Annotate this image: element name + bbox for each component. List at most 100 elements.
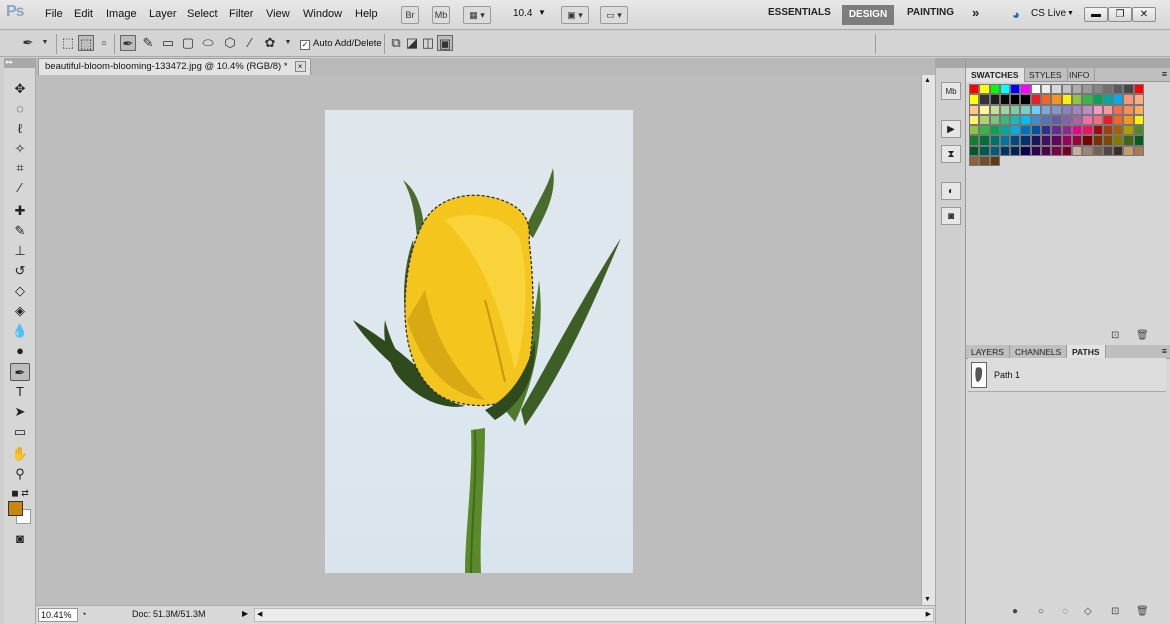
color-swatch[interactable]: [1010, 94, 1021, 105]
adjustments-panel-icon[interactable]: ◐: [941, 182, 961, 200]
color-swatch[interactable]: [1071, 104, 1083, 115]
color-swatch[interactable]: [1082, 135, 1093, 146]
color-swatch[interactable]: [1082, 145, 1093, 157]
color-swatch[interactable]: [1102, 145, 1114, 157]
color-swatch[interactable]: [999, 125, 1011, 136]
color-swatch[interactable]: [1123, 104, 1134, 115]
color-swatch[interactable]: [1051, 84, 1062, 95]
color-swatch[interactable]: [1082, 94, 1093, 105]
color-swatch[interactable]: [979, 104, 990, 115]
color-swatch[interactable]: [1051, 104, 1062, 115]
color-swatch[interactable]: [1082, 104, 1093, 115]
color-swatch[interactable]: [1092, 114, 1103, 126]
crop-tool-icon[interactable]: ⌗: [10, 159, 30, 177]
color-swatch[interactable]: [999, 135, 1011, 146]
color-swatch[interactable]: [1010, 114, 1021, 126]
rectangle-tool-icon[interactable]: ▭: [10, 423, 30, 441]
color-swatch[interactable]: [1113, 84, 1124, 95]
cs-live-icon[interactable]: ◕: [1012, 7, 1020, 22]
quick-selection-icon[interactable]: ✧: [10, 140, 30, 158]
color-swatch[interactable]: [979, 125, 990, 136]
color-swatch[interactable]: [1061, 125, 1072, 136]
delete-path-icon[interactable]: 🗑: [1136, 606, 1149, 617]
color-swatch[interactable]: [979, 145, 990, 157]
color-swatch[interactable]: [979, 84, 990, 95]
color-swatch[interactable]: [1113, 114, 1124, 126]
color-swatch[interactable]: [979, 114, 990, 126]
color-swatch[interactable]: [979, 135, 990, 146]
subtract-path-icon[interactable]: ◪: [404, 35, 420, 51]
color-swatch[interactable]: [1061, 135, 1072, 146]
color-swatch[interactable]: [1082, 84, 1093, 95]
color-swatch[interactable]: [1113, 145, 1124, 157]
color-swatch[interactable]: [999, 84, 1011, 95]
color-swatch[interactable]: [1030, 114, 1042, 126]
stroke-path-icon[interactable]: ○: [1038, 606, 1044, 617]
checkbox-icon[interactable]: ✓: [300, 40, 310, 50]
color-swatch[interactable]: [1051, 125, 1062, 136]
color-swatch[interactable]: [1041, 135, 1052, 146]
document-tab[interactable]: beautiful-bloom-blooming-133472.jpg @ 10…: [38, 58, 311, 75]
load-path-as-selection-icon[interactable]: ◌: [1062, 606, 1068, 617]
mini-bridge-panel-icon[interactable]: Mb: [941, 82, 961, 100]
paint-bucket-icon[interactable]: ◈: [10, 302, 30, 320]
color-swatch[interactable]: [999, 145, 1011, 157]
color-swatch[interactable]: [1010, 145, 1021, 157]
animation-panel-icon[interactable]: ▶: [941, 120, 961, 138]
new-path-icon[interactable]: ⊡: [1111, 606, 1119, 617]
color-swatch[interactable]: [969, 145, 980, 157]
color-swatch[interactable]: [1082, 114, 1093, 126]
color-swatch[interactable]: [1123, 135, 1134, 146]
color-swatch[interactable]: [1061, 94, 1072, 105]
color-swatch[interactable]: [1020, 94, 1031, 105]
color-swatch[interactable]: [1051, 114, 1062, 126]
color-swatch[interactable]: [999, 94, 1011, 105]
mini-bridge-button[interactable]: Mb: [432, 6, 450, 24]
color-swatch[interactable]: [1020, 125, 1031, 136]
color-swatch[interactable]: [1123, 84, 1134, 95]
menu-layer[interactable]: Layer: [149, 8, 177, 20]
exclude-overlap-icon[interactable]: ▣: [437, 35, 453, 51]
menu-help[interactable]: Help: [355, 8, 378, 20]
color-swatch[interactable]: [969, 104, 980, 115]
pen-preset-icon[interactable]: ✒: [20, 35, 36, 51]
menu-filter[interactable]: Filter: [229, 8, 253, 20]
color-swatch[interactable]: [1071, 145, 1083, 157]
close-button[interactable]: ✕: [1132, 7, 1156, 22]
ellipse-shape-icon[interactable]: ⬭: [200, 35, 216, 51]
lasso-tool-icon[interactable]: ℓ: [10, 120, 30, 138]
color-swatch[interactable]: [1071, 84, 1083, 95]
rounded-rectangle-icon[interactable]: ▢: [180, 35, 196, 51]
color-swatch[interactable]: [1102, 135, 1114, 146]
workspace-essentials[interactable]: ESSENTIALS: [768, 7, 831, 18]
tab-swatches[interactable]: SWATCHES: [966, 68, 1025, 82]
line-shape-icon[interactable]: ⁄: [242, 35, 258, 51]
menu-select[interactable]: Select: [187, 8, 218, 20]
chevron-down-icon[interactable]: ▼: [37, 35, 53, 51]
delete-swatch-icon[interactable]: 🗑: [1136, 330, 1149, 341]
custom-shape-icon[interactable]: ✿: [262, 35, 278, 51]
combine-path-icon[interactable]: ⧉: [388, 35, 404, 51]
pen-tool-icon[interactable]: ✒: [10, 363, 30, 381]
color-swatch[interactable]: [1030, 104, 1042, 115]
chevron-down-icon[interactable]: ▼: [1067, 10, 1074, 17]
color-swatch[interactable]: [1041, 104, 1052, 115]
path-item[interactable]: Path 1: [968, 358, 1166, 392]
chevron-down-icon[interactable]: ▼: [538, 8, 546, 17]
color-swatch[interactable]: [1041, 145, 1052, 157]
vertical-scrollbar[interactable]: ▲ ▼: [921, 75, 935, 605]
color-swatch[interactable]: [989, 135, 1000, 146]
color-swatch[interactable]: [979, 94, 990, 105]
workspace-design[interactable]: DESIGN: [842, 5, 894, 25]
color-swatch[interactable]: [989, 125, 1000, 136]
color-swatch[interactable]: [1061, 145, 1072, 157]
color-swatch[interactable]: [1123, 145, 1134, 157]
color-swatch[interactable]: [979, 156, 990, 167]
document-image[interactable]: [325, 110, 633, 574]
color-swatch[interactable]: [989, 114, 1000, 126]
brush-tool-icon[interactable]: ✎: [10, 222, 30, 240]
color-swatch[interactable]: [1123, 94, 1134, 105]
make-work-path-icon[interactable]: ◇: [1084, 606, 1092, 617]
color-swatch[interactable]: [1020, 104, 1031, 115]
color-swatch[interactable]: [1010, 84, 1021, 95]
